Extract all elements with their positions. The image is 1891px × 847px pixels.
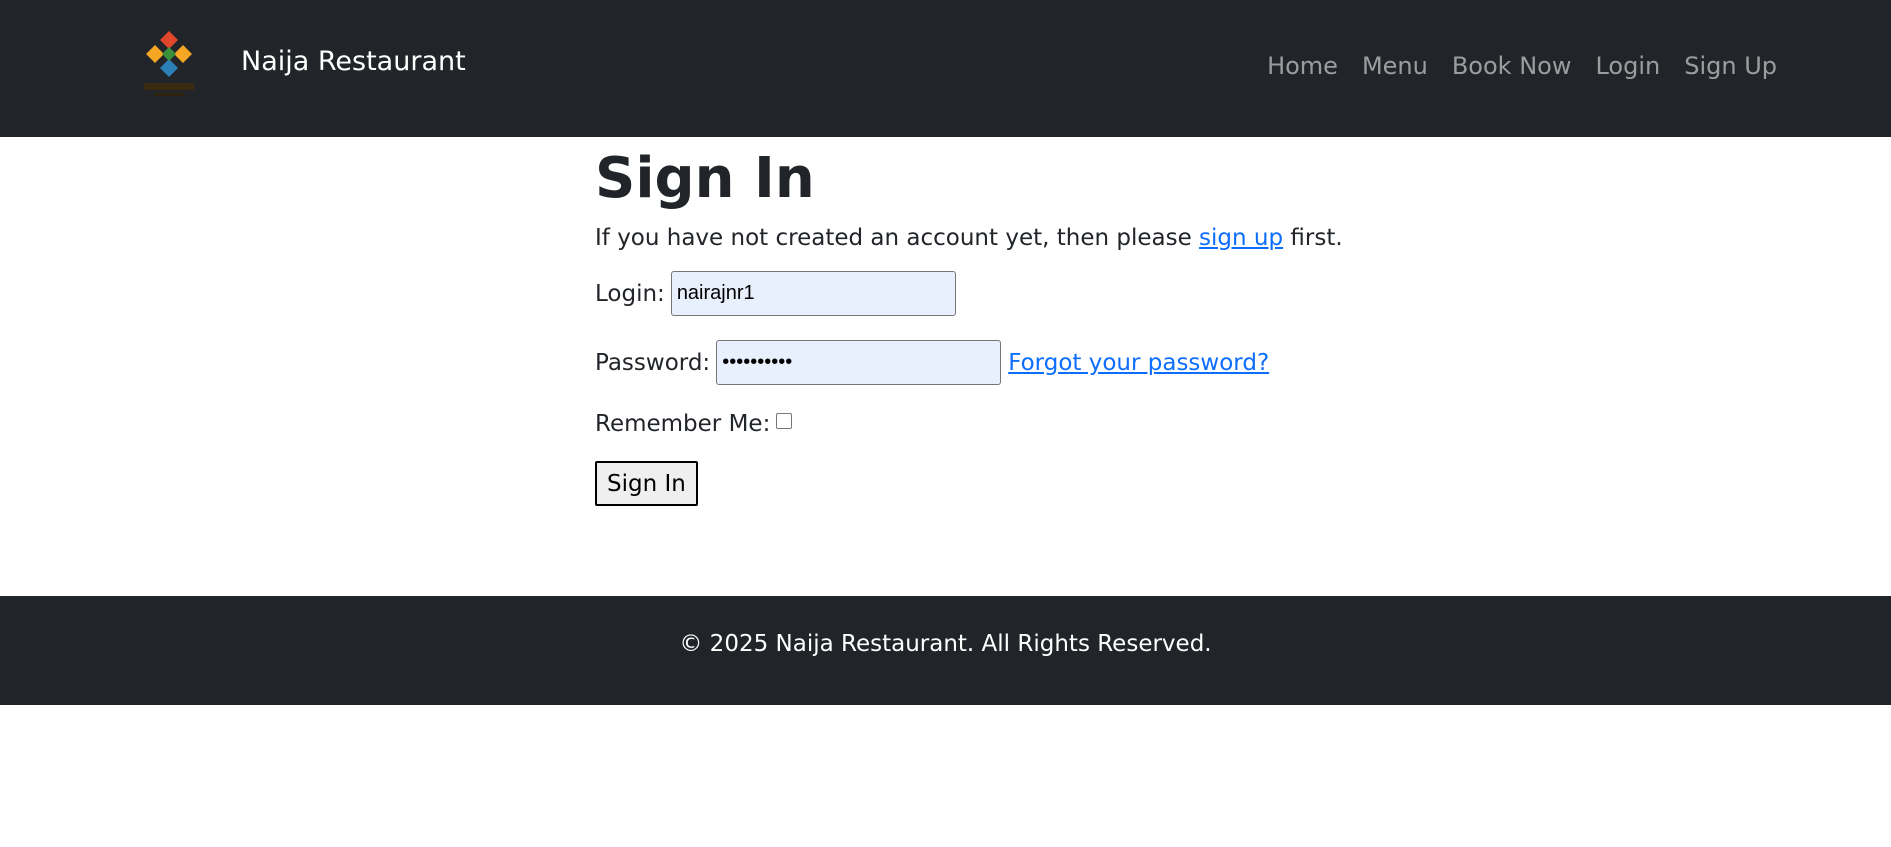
signin-intro: If you have not created an account yet, … — [595, 225, 1495, 251]
brand-name[interactable]: Naija Restaurant — [241, 46, 466, 77]
password-input[interactable] — [716, 340, 1002, 385]
sign-up-link[interactable]: sign up — [1199, 225, 1283, 251]
login-row: Login: — [595, 271, 1495, 316]
nav-links: Home Menu Book Now Login Sign Up — [1255, 52, 1777, 80]
nav-link-login[interactable]: Login — [1583, 52, 1672, 80]
nav-link-book-now[interactable]: Book Now — [1440, 52, 1584, 80]
naija-logo-icon[interactable] — [140, 29, 198, 101]
password-row: Password: Forgot your password? — [595, 340, 1495, 385]
nav-link-home[interactable]: Home — [1255, 52, 1350, 80]
signin-section: Sign In If you have not created an accou… — [595, 137, 1495, 506]
page-title: Sign In — [595, 146, 815, 211]
remember-label: Remember Me: — [595, 411, 771, 437]
submit-row: Sign In — [595, 461, 1495, 506]
password-label: Password: — [595, 349, 711, 376]
sign-in-button[interactable]: Sign In — [595, 461, 698, 506]
intro-text-before: If you have not created an account yet, … — [595, 225, 1200, 251]
navbar: Naija Restaurant Home Menu Book Now Logi… — [0, 0, 1891, 137]
remember-me-checkbox[interactable] — [776, 413, 793, 429]
forgot-password-link[interactable]: Forgot your password? — [1008, 350, 1269, 376]
login-label: Login: — [595, 280, 665, 307]
login-input[interactable] — [670, 271, 956, 316]
nav-link-sign-up[interactable]: Sign Up — [1672, 52, 1777, 80]
nav-link-menu[interactable]: Menu — [1350, 52, 1440, 80]
intro-text-after: first. — [1283, 225, 1343, 251]
footer: © 2025 Naija Restaurant. All Rights Rese… — [0, 596, 1891, 705]
signin-form: Login: Password: Forgot your password? R… — [595, 271, 1495, 506]
remember-row: Remember Me: — [595, 411, 1495, 437]
footer-copyright: © 2025 Naija Restaurant. All Rights Rese… — [679, 630, 1212, 657]
